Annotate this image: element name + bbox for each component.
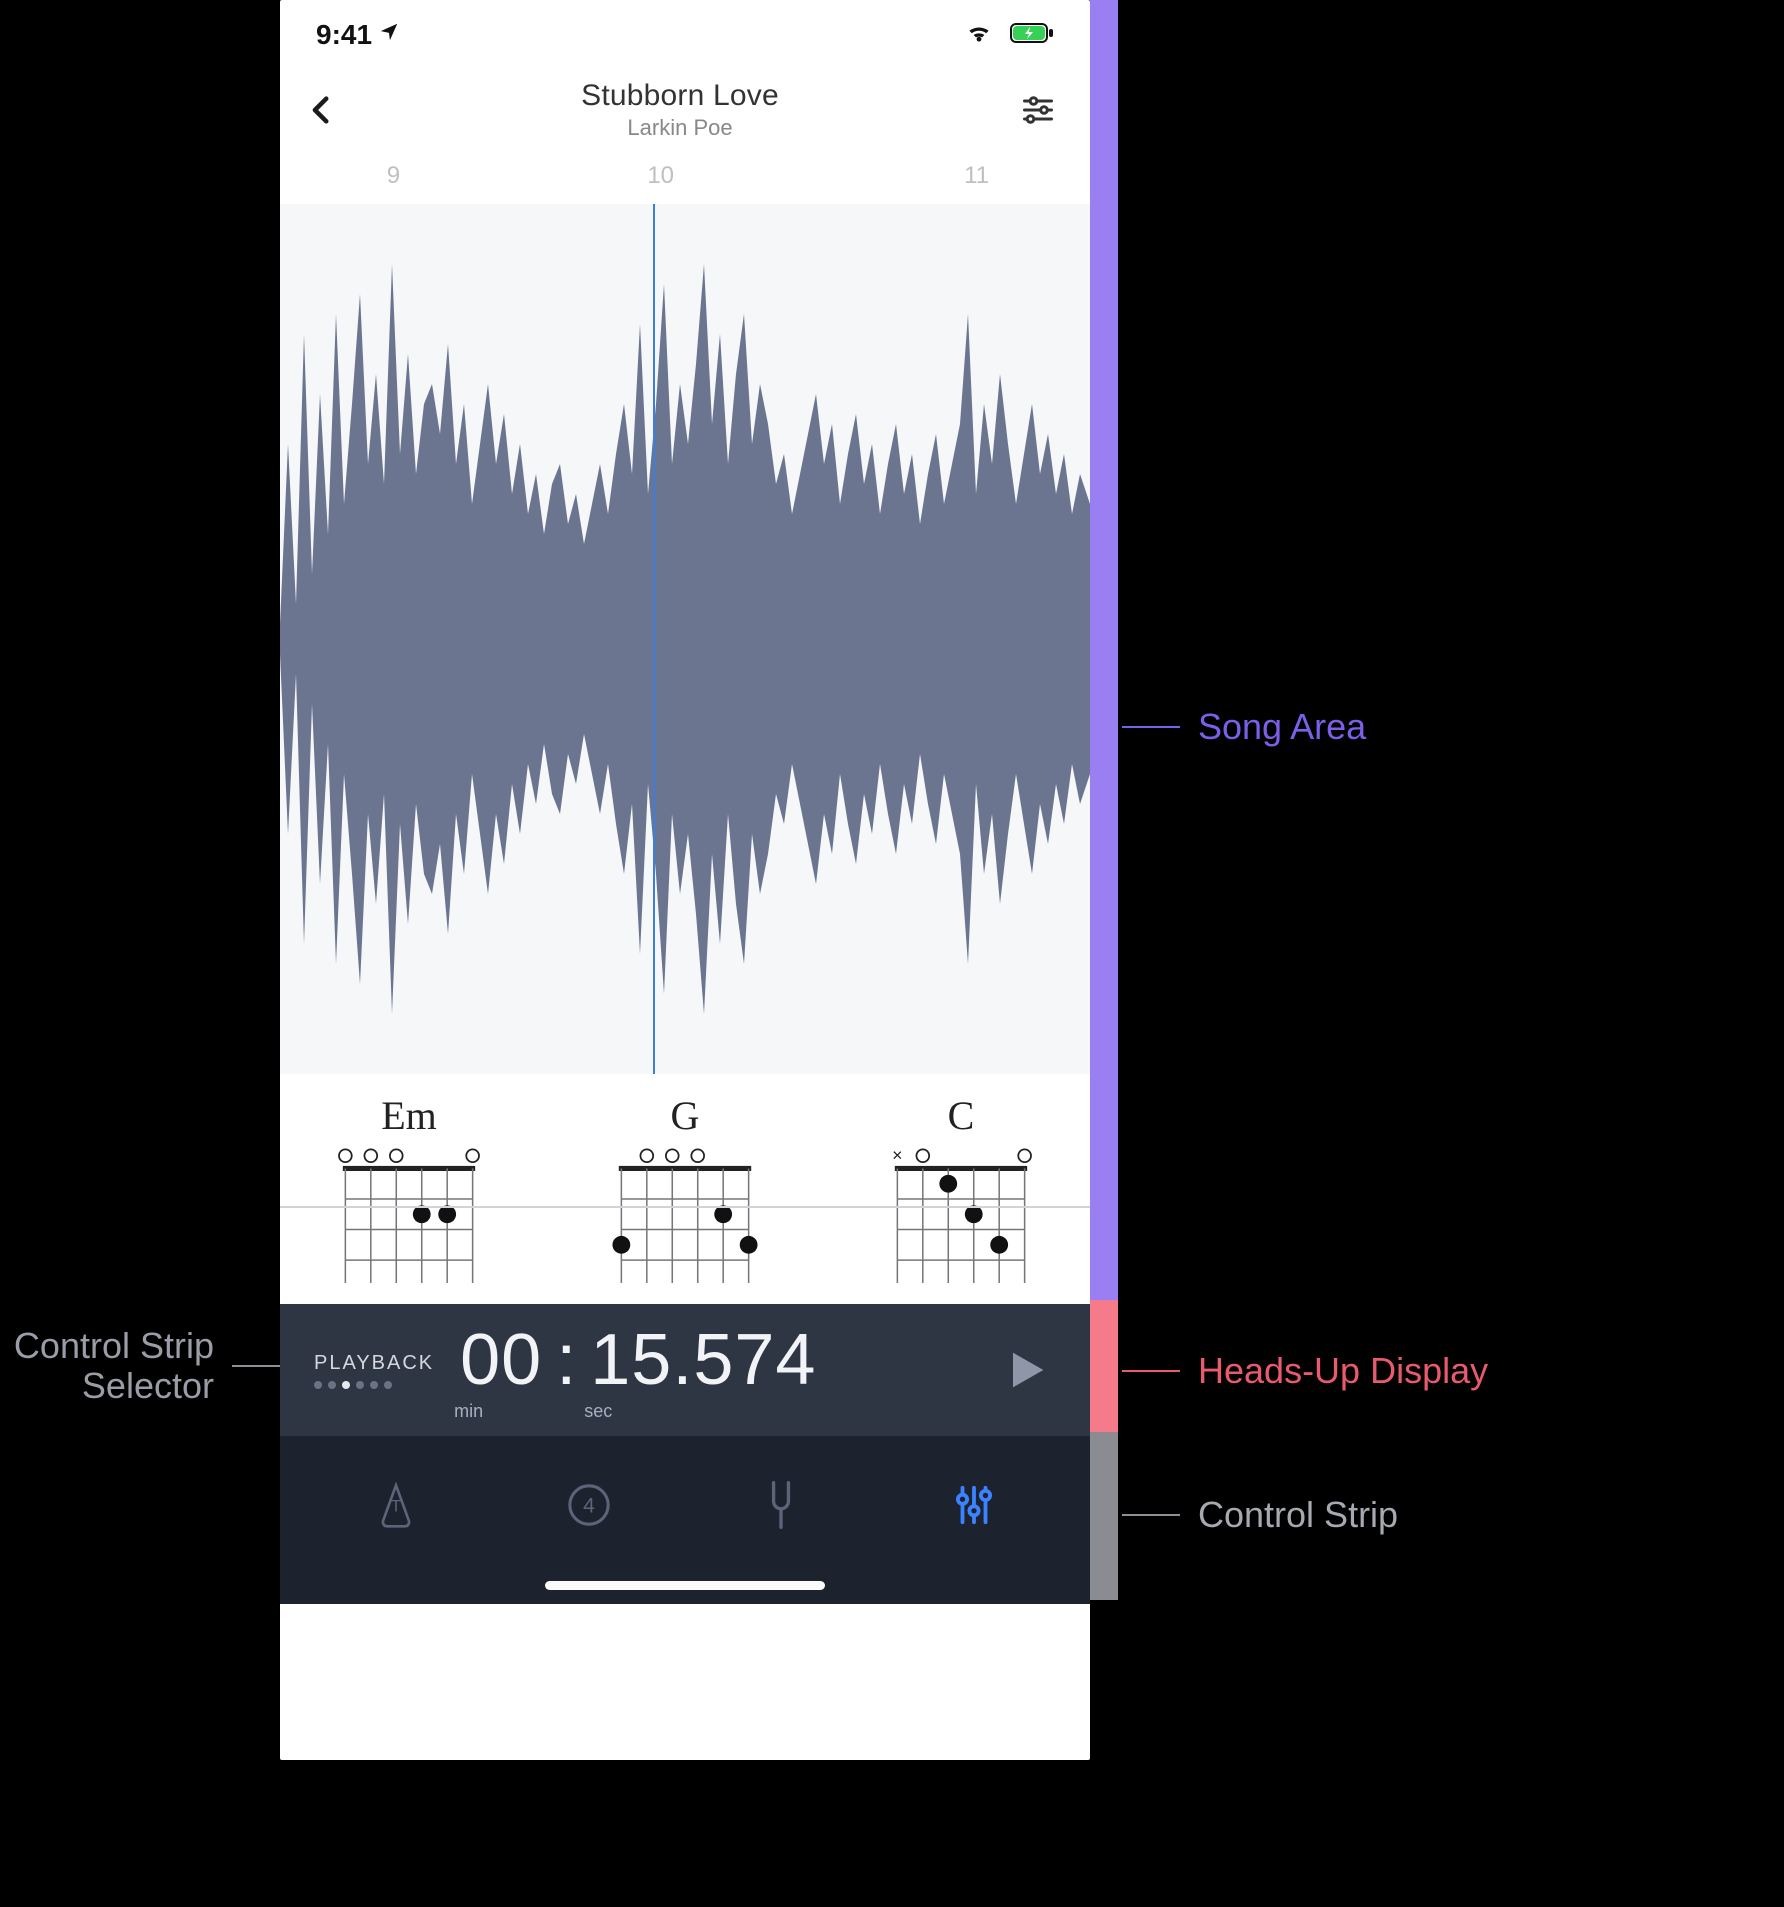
hud: PLAYBACK 00 min : 15.574 sec (280, 1304, 1090, 1436)
status-time: 9:41 (316, 19, 372, 51)
svg-text:×: × (892, 1145, 902, 1165)
callout-hud: Heads-Up Display (1122, 1350, 1488, 1392)
song-title: Stubborn Love (346, 79, 1014, 113)
callout-song-area: Song Area (1122, 706, 1366, 748)
time-ms: 574 (693, 1320, 816, 1400)
waveform-view[interactable] (280, 204, 1090, 1074)
song-artist: Larkin Poe (346, 115, 1014, 141)
chord-strip: EmGC× (280, 1074, 1090, 1304)
waveform-graphic (280, 204, 1090, 1074)
time-sec: 15 (590, 1320, 672, 1400)
control-strip-selector[interactable]: PLAYBACK (314, 1352, 434, 1389)
svg-text:4: 4 (583, 1495, 595, 1518)
fretboard-icon: × (876, 1143, 1046, 1283)
ruler-tick: 10 (647, 162, 674, 190)
callout-text: Heads-Up Display (1198, 1350, 1488, 1392)
chord-diagram: Em (304, 1092, 514, 1283)
ruler-tick: 11 (964, 162, 989, 190)
mixer-button[interactable] (944, 1475, 1004, 1535)
page-dots (314, 1381, 392, 1389)
page-dot (384, 1381, 392, 1389)
callout-control-strip: Control Strip (1122, 1494, 1398, 1536)
hud-mode-label: PLAYBACK (314, 1352, 434, 1375)
page-dot (314, 1381, 322, 1389)
ruler-tick: 9 (387, 162, 400, 190)
settings-button[interactable] (1014, 86, 1062, 134)
chord-name: Em (304, 1092, 514, 1139)
callout-text: Selector (82, 1365, 214, 1406)
back-button[interactable] (298, 86, 346, 134)
leader-line (1122, 1370, 1180, 1372)
callout-text: Control Strip (14, 1325, 214, 1366)
location-icon (378, 21, 400, 50)
page-dot (328, 1381, 336, 1389)
chord-name: C (856, 1092, 1066, 1139)
metronome-button[interactable]: 4 (559, 1475, 619, 1535)
title-block: Stubborn Love Larkin Poe (346, 79, 1014, 141)
fretboard-icon (600, 1143, 770, 1283)
svg-text:T: T (391, 1498, 401, 1516)
wifi-icon (964, 19, 994, 51)
fretboard-icon (324, 1143, 494, 1283)
timeline-ruler[interactable]: 9 10 11 (280, 156, 1090, 204)
callout-text: Control Strip (1198, 1494, 1398, 1536)
chord-diagram: C× (856, 1092, 1066, 1283)
time-display: 00 min : 15.574 sec (460, 1319, 970, 1422)
page-dot (370, 1381, 378, 1389)
tuning-fork-button[interactable] (751, 1475, 811, 1535)
region-rail-song (1090, 0, 1118, 1300)
chord-diagram: G (580, 1092, 790, 1283)
phone-frame: 9:41 (280, 0, 1090, 1760)
playhead[interactable] (653, 204, 655, 1074)
time-min: 00 (460, 1319, 542, 1401)
region-rail-hud (1090, 1300, 1118, 1432)
unit-min: min (454, 1401, 483, 1422)
callout-control-strip-selector: Control Strip Selector (14, 1326, 280, 1405)
callout-text: Song Area (1198, 706, 1366, 748)
leader-line (232, 1365, 280, 1367)
home-indicator[interactable] (545, 1581, 825, 1590)
header: Stubborn Love Larkin Poe (280, 70, 1090, 156)
page-dot (342, 1381, 350, 1389)
page-dot (356, 1381, 364, 1389)
control-strip: T 4 (280, 1436, 1090, 1604)
leader-line (1122, 1514, 1180, 1516)
battery-icon (1010, 19, 1054, 51)
tempo-button[interactable]: T (366, 1475, 426, 1535)
region-rail-strip (1090, 1432, 1118, 1600)
play-button[interactable] (996, 1340, 1056, 1400)
chord-name: G (580, 1092, 790, 1139)
status-bar: 9:41 (280, 0, 1090, 70)
leader-line (1122, 726, 1180, 728)
unit-sec: sec (584, 1401, 612, 1422)
